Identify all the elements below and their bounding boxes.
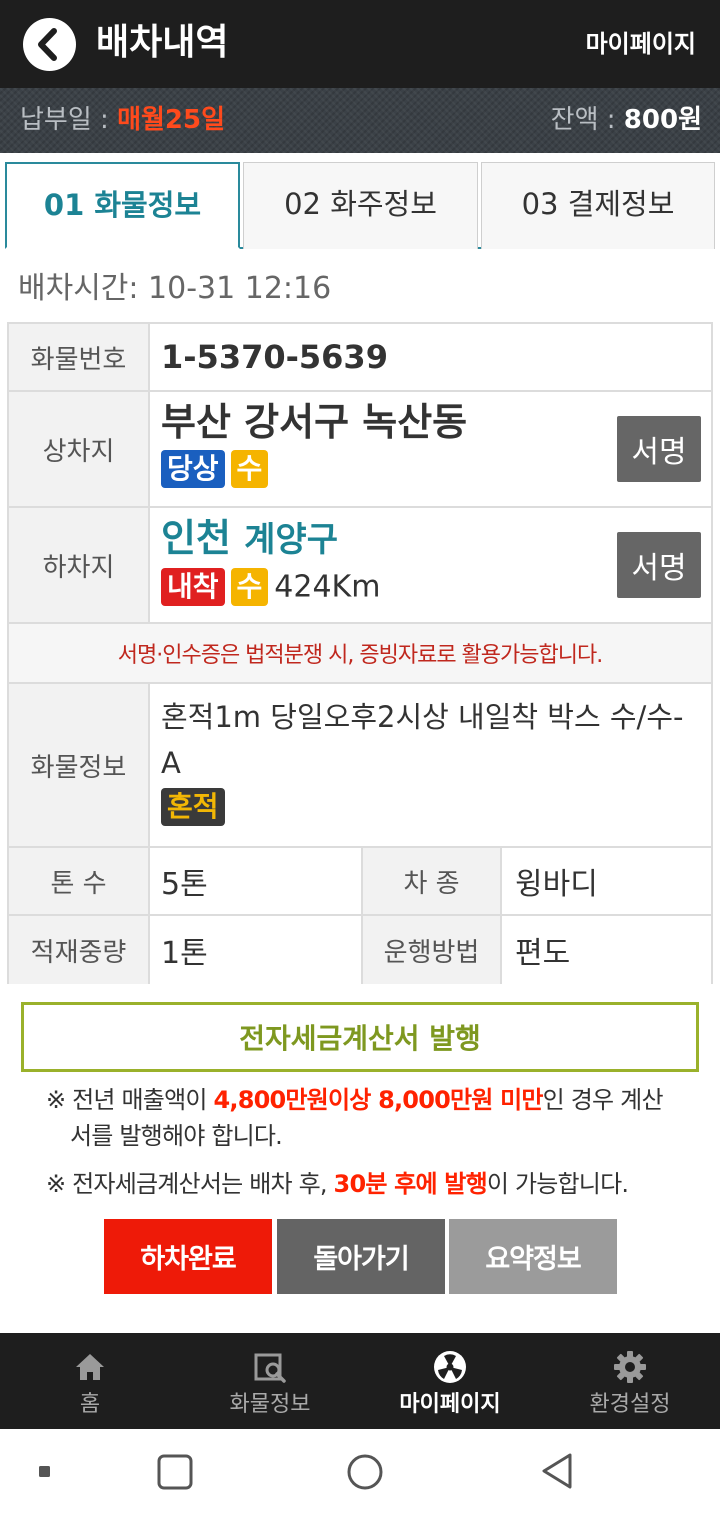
unloading-place: 인천 계양구 내착 수 424Km	[161, 512, 380, 606]
nav-mypage[interactable]: 마이페이지	[360, 1333, 540, 1429]
cargo-info-text: 혼적1m 당일오후2시상 내일착 박스 수/수-A	[161, 700, 684, 780]
tax-note-revenue-pre: ※ 전년 매출액이	[46, 1086, 214, 1114]
load-weight-value: 1톤	[161, 936, 208, 971]
weight-method-row: 적재중량 1톤 운행방법 편도	[7, 916, 713, 984]
info-tabs: 01 화물정보 02 화주정보 03 결제정보	[5, 162, 715, 249]
cargo-info-row: 화물정보 혼적1m 당일오후2시상 내일착 박스 수/수-A 혼적	[7, 684, 713, 848]
unloading-sign-button[interactable]: 서명	[617, 532, 701, 598]
loading-place-label: 상차지	[9, 392, 150, 506]
cargo-number-row: 화물번호 1-5370-5639	[7, 324, 713, 392]
payment-day-value: 매월25일	[117, 105, 226, 135]
nav-settings-label: 환경설정	[589, 1392, 671, 1417]
load-weight-label: 적재중량	[9, 916, 150, 984]
cargo-search-icon	[254, 1353, 286, 1383]
bottom-nav: 홈 화물정보 마이페이지 환경설정	[0, 1333, 720, 1429]
back-button[interactable]	[23, 18, 76, 71]
tax-note-timing-pre: ※ 전자세금계산서는 배차 후,	[46, 1170, 334, 1198]
loading-place-row: 상차지 부산 강서구 녹산동 당상 수 서명	[7, 392, 713, 508]
vehicle-type-label: 차 종	[361, 848, 502, 914]
nav-settings[interactable]: 환경설정	[540, 1333, 720, 1429]
unloading-type-badge: 내착	[161, 568, 225, 606]
cargo-detail-table: 화물번호 1-5370-5639 상차지 부산 강서구 녹산동 당상 수 서명 하…	[7, 322, 713, 984]
page-title: 배차내역	[96, 22, 229, 63]
tab-cargo-info[interactable]: 01 화물정보	[5, 162, 240, 249]
loading-place: 부산 강서구 녹산동 당상 수	[161, 396, 467, 488]
drive-method-label: 운행방법	[361, 916, 502, 984]
nav-cargo-info-label: 화물정보	[229, 1392, 311, 1417]
tax-note-timing-highlight: 30분 후에 발행	[333, 1170, 488, 1198]
home-icon	[76, 1354, 104, 1380]
tax-note-revenue-range: 4,800만원이상 8,000만원 미만	[213, 1086, 543, 1114]
mixed-load-badge: 혼적	[161, 788, 225, 826]
tax-note-revenue: ※ 전년 매출액이 4,800만원이상 8,000만원 미만인 경우 계산 서를…	[46, 1082, 664, 1154]
cargo-info: 혼적1m 당일오후2시상 내일착 박스 수/수-A 혼적	[161, 694, 701, 826]
nav-home[interactable]: 홈	[0, 1333, 180, 1429]
system-nav-bar	[0, 1429, 720, 1513]
nav-mypage-label: 마이페이지	[399, 1392, 501, 1417]
drive-method-value: 편도	[515, 936, 571, 971]
summary-button[interactable]: 요약정보	[449, 1219, 617, 1294]
unloading-badges: 내착 수 424Km	[161, 568, 380, 606]
tax-note-revenue-post: 인 경우 계산	[542, 1086, 664, 1114]
unload-complete-button[interactable]: 하차완료	[104, 1219, 272, 1294]
unloading-district: 계양구	[244, 520, 338, 560]
dispatch-time: 배차시간: 10-31 12:16	[18, 271, 332, 306]
loading-badges: 당상 수	[161, 450, 467, 488]
payment-info-bar: 납부일 : 매월25일 잔액 : 800원	[0, 88, 720, 153]
cargo-number-value: 1-5370-5639	[161, 338, 388, 376]
loading-type-badge: 당상	[161, 450, 225, 488]
cargo-info-label: 화물정보	[9, 684, 150, 846]
nav-home-label: 홈	[79, 1392, 101, 1417]
balance-value: 800원	[623, 105, 702, 135]
unloading-place-address: 인천 계양구	[161, 512, 380, 566]
mypage-icon	[434, 1351, 466, 1383]
balance: 잔액 : 800원	[551, 102, 702, 138]
unloading-method-badge: 수	[230, 568, 269, 606]
unloading-city: 인천	[161, 516, 231, 560]
ton-label: 톤 수	[9, 848, 150, 914]
loading-method-badge: 수	[230, 450, 269, 488]
go-back-button[interactable]: 돌아가기	[277, 1219, 445, 1294]
loading-sign-button[interactable]: 서명	[617, 416, 701, 482]
ton-vehicle-row: 톤 수 5톤 차 종 윙바디	[7, 848, 713, 916]
mypage-link[interactable]: 마이페이지	[586, 26, 696, 62]
overview-square-icon[interactable]	[156, 1453, 194, 1491]
ton-value: 5톤	[161, 867, 208, 902]
tax-note-timing: ※ 전자세금계산서는 배차 후, 30분 후에 발행이 가능합니다.	[46, 1166, 629, 1202]
unloading-place-label: 하차지	[9, 508, 150, 622]
distance: 424Km	[274, 569, 381, 605]
tab-payment-info[interactable]: 03 결제정보	[481, 162, 715, 249]
back-triangle-icon[interactable]	[538, 1451, 576, 1491]
chevron-left-icon	[38, 28, 57, 61]
vehicle-type-value: 윙바디	[515, 867, 598, 902]
cargo-number-label: 화물번호	[9, 324, 150, 390]
tax-note-timing-post: 이 가능합니다.	[486, 1170, 629, 1198]
recent-apps-dot-icon[interactable]	[38, 1465, 52, 1479]
tab-shipper-info[interactable]: 02 화주정보	[243, 162, 478, 249]
loading-place-address: 부산 강서구 녹산동	[161, 400, 468, 444]
nav-cargo-info[interactable]: 화물정보	[180, 1333, 360, 1429]
app-header: 배차내역 마이페이지	[0, 0, 720, 88]
unloading-place-row: 하차지 인천 계양구 내착 수 424Km 서명	[7, 508, 713, 624]
home-circle-icon[interactable]	[346, 1453, 384, 1491]
balance-label: 잔액 :	[550, 105, 624, 135]
payment-day: 납부일 : 매월25일	[20, 102, 225, 138]
payment-day-label: 납부일 :	[20, 105, 118, 135]
tax-note-revenue-line2: 서를 발행해야 합니다.	[70, 1122, 283, 1150]
gear-icon	[614, 1351, 646, 1383]
sign-notice: 서명·인수증은 법적분쟁 시, 증빙자료로 활용가능합니다.	[7, 624, 713, 684]
tax-invoice-button[interactable]: 전자세금계산서 발행	[21, 1002, 699, 1072]
